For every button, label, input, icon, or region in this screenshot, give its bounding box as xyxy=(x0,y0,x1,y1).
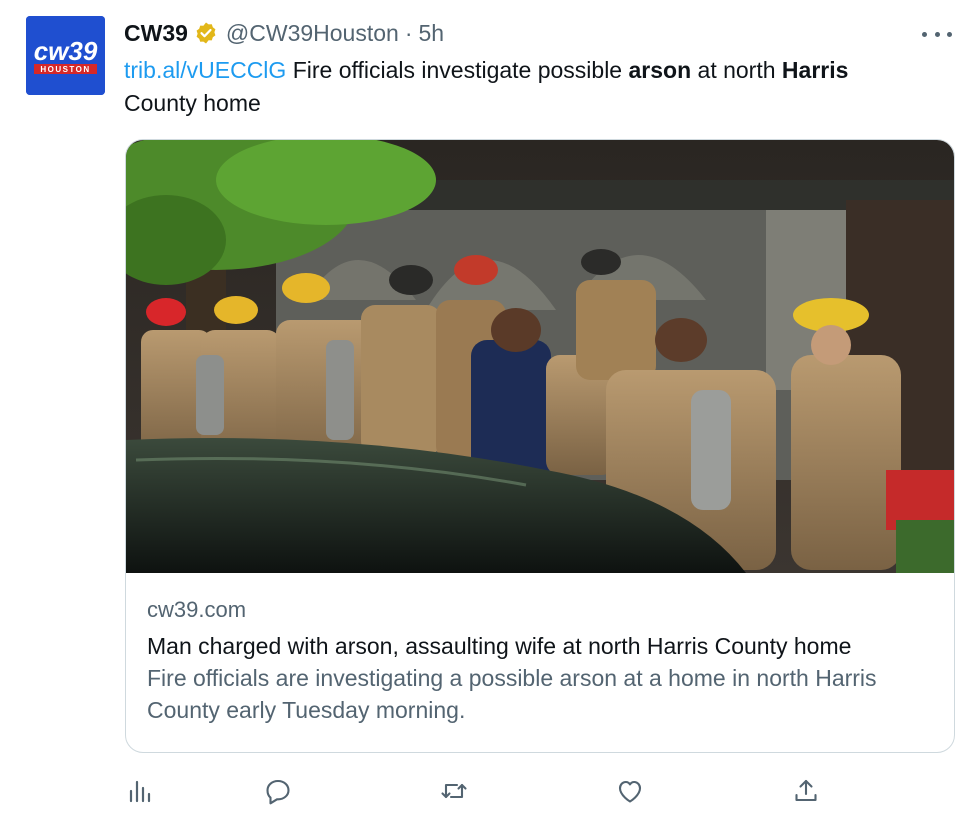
tweet-text-segment: at north xyxy=(691,57,782,83)
tweet-text: trib.al/vUECClG Fire officials investiga… xyxy=(124,54,924,120)
tweet-text-segment: County home xyxy=(124,90,261,116)
display-name[interactable]: CW39 xyxy=(124,20,188,47)
more-options-icon[interactable] xyxy=(922,26,952,42)
avatar[interactable]: cw39 HOUSTON xyxy=(26,16,105,95)
tweet-text-segment: Fire officials investigate possible xyxy=(286,57,629,83)
tweet-text-bold: arson xyxy=(628,57,692,83)
share-icon[interactable] xyxy=(789,774,823,808)
svg-text:cw39: cw39 xyxy=(34,36,98,66)
svg-text:HOUSTON: HOUSTON xyxy=(40,65,90,74)
tweet-link[interactable]: trib.al/vUECClG xyxy=(124,57,286,83)
verified-badge-icon[interactable] xyxy=(194,21,218,45)
action-bar xyxy=(0,774,960,808)
card-description: Fire officials are investigating a possi… xyxy=(147,665,877,723)
reply-icon[interactable] xyxy=(261,774,295,808)
card-image[interactable] xyxy=(126,140,955,573)
like-icon[interactable] xyxy=(613,774,647,808)
card-domain: cw39.com xyxy=(147,597,247,622)
cw39-logo: cw39 HOUSTON xyxy=(26,16,105,95)
timestamp[interactable]: 5h xyxy=(419,20,445,47)
card-title: Man charged with arson, assaulting wife … xyxy=(147,633,852,659)
handle[interactable]: @CW39Houston xyxy=(226,20,399,47)
tweet-text-bold: Harris xyxy=(781,57,849,83)
tweet-header: CW39 @CW39Houston · 5h xyxy=(124,16,444,50)
retweet-icon[interactable] xyxy=(437,774,471,808)
link-preview-card[interactable]: cw39.com Man charged with arson, assault… xyxy=(125,139,955,753)
analytics-icon[interactable] xyxy=(123,774,157,808)
separator-dot: · xyxy=(404,19,413,46)
card-info[interactable]: cw39.com Man charged with arson, assault… xyxy=(126,573,954,752)
